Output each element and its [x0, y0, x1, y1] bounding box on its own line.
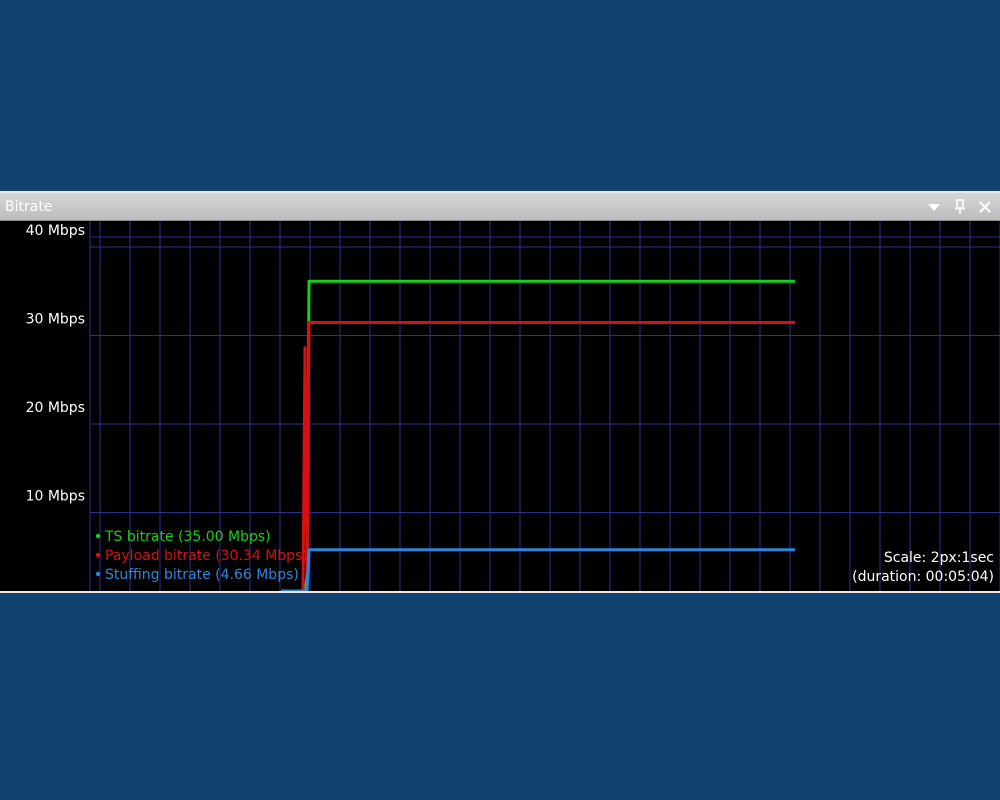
- pin-icon: [955, 199, 965, 214]
- legend-dot: [95, 552, 101, 558]
- legend-dot: [95, 533, 101, 539]
- panel-titlebar[interactable]: Bitrate: [0, 193, 1000, 221]
- panel-title: Bitrate: [5, 199, 53, 215]
- y-tick-label: 40 Mbps: [26, 223, 85, 239]
- y-axis-tick-labels: 40 Mbps 30 Mbps 20 Mbps 10 Mbps: [26, 223, 85, 505]
- legend-dot: [95, 571, 101, 577]
- bitrate-chart: 40 Mbps 30 Mbps 20 Mbps 10 Mbps TS bitrate …: [26, 221, 1000, 591]
- y-tick-label: 20 Mbps: [26, 400, 85, 416]
- series-line-stuffing: [281, 548, 795, 591]
- y-tick-label: 10 Mbps: [26, 489, 85, 505]
- scale-label: Scale: 2px:1sec: [884, 550, 994, 566]
- close-icon: [979, 201, 991, 213]
- close-button[interactable]: [975, 197, 995, 217]
- chart-legend: TS bitrate (35.00 Mbps) Payload bitrate (…: [95, 529, 308, 583]
- pin-button[interactable]: [950, 197, 970, 217]
- dropdown-button[interactable]: [924, 197, 944, 217]
- legend-entry: Stuffing bitrate (4.66 Mbps): [105, 567, 299, 583]
- duration-label: (duration: 00:05:04): [852, 569, 994, 585]
- bitrate-panel: Bitrate 40 Mbps 30 Mbps 20 Mbps 10 Mbps TS …: [0, 191, 1000, 593]
- legend-entry: TS bitrate (35.00 Mbps): [104, 529, 271, 545]
- legend-entry: Payload bitrate (30.34 Mbps): [105, 548, 308, 564]
- y-tick-label: 30 Mbps: [26, 312, 85, 328]
- chevron-down-icon: [928, 204, 940, 211]
- scale-info: Scale: 2px:1sec (duration: 00:05:04): [852, 550, 994, 585]
- chart-series: [281, 279, 795, 591]
